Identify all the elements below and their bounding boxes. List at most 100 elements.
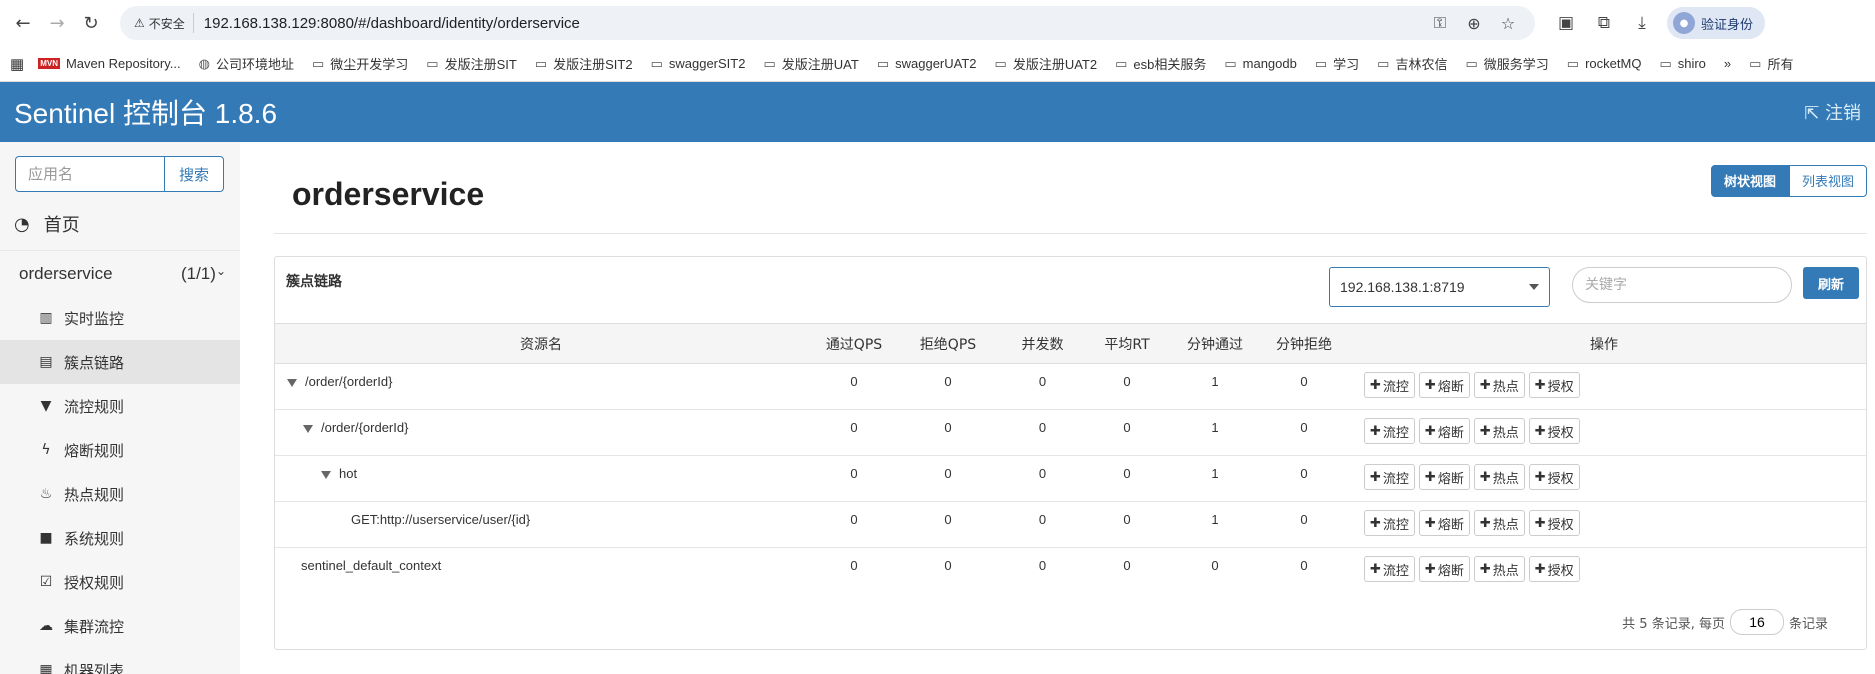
column-header[interactable]: 分钟通过 [1164, 324, 1266, 364]
folder-icon: ▭ [1465, 55, 1478, 71]
download-icon[interactable]: ⤓ [1623, 13, 1661, 33]
sidebar-item-machines[interactable]: ▦ 机器列表 [0, 648, 240, 674]
column-header[interactable]: 通过QPS [807, 324, 901, 364]
sidebar-item-hotspot-rules[interactable]: ♨ 热点规则 [0, 472, 240, 516]
op-button[interactable]: ✚ 授权 [1528, 372, 1580, 398]
page-header: orderservice 树状视图 列表视图 [274, 142, 1867, 234]
security-indicator[interactable]: ⚠ 不安全 [130, 13, 194, 33]
app-count: (1/1)⌄ [180, 263, 226, 283]
op-button[interactable]: ✚ 流控 [1364, 372, 1415, 398]
bookmark-folder[interactable]: ▭ swaggerSIT2 [651, 56, 746, 72]
logout-link[interactable]: ⇱ 注销 [1804, 99, 1861, 125]
metric-cell: 1 [1211, 466, 1219, 481]
plus-icon: ✚ [1479, 515, 1491, 531]
op-button[interactable]: ✚ 热点 [1473, 556, 1525, 582]
address-bar[interactable]: ⚠ 不安全 192.168.138.129:8080/#/dashboard/i… [120, 6, 1535, 40]
op-button[interactable]: ✚ 热点 [1473, 464, 1525, 490]
plus-icon: ✚ [1534, 561, 1546, 577]
op-button[interactable]: ✚ 热点 [1473, 372, 1525, 398]
bookmark-item[interactable]: MVN Maven Repository... [38, 56, 181, 71]
expand-toggle-icon[interactable] [303, 424, 313, 433]
metric-cell: 0 [1038, 374, 1047, 389]
expand-toggle-icon[interactable] [321, 470, 331, 479]
op-button[interactable]: ✚ 熔断 [1418, 510, 1470, 536]
bookmark-folder[interactable]: ▭ 吉林农信 [1377, 54, 1447, 73]
op-button[interactable]: ✚ 熔断 [1418, 556, 1470, 582]
sidebar-item-cluster-link[interactable]: ▤ 簇点链路 [0, 340, 240, 384]
column-header[interactable]: 并发数 [995, 324, 1090, 364]
sidebar-item-flow-rules[interactable]: ▼ 流控规则 [0, 384, 240, 428]
bookmark-folder[interactable]: ▭ 发版注册UAT [763, 54, 858, 73]
bookmark-folder[interactable]: ▭ rocketMQ [1567, 56, 1642, 72]
key-icon[interactable]: ⚿ [1423, 13, 1457, 33]
resource-panel: 簇点链路 192.168.138.1:8719 刷新 资源名 通过QPS [274, 256, 1867, 650]
bookmark-folder[interactable]: ▭ mangodb [1224, 56, 1297, 72]
op-button[interactable]: ✚ 授权 [1528, 464, 1580, 490]
metric-cell: 1 [1211, 374, 1219, 389]
bookmark-folder[interactable]: ▭ esb相关服务 [1115, 54, 1206, 73]
table-row: sentinel_default_context 0 0 0 0 0 0 ✚ 流控 ✚ 熔断 ✚ 热点 ✚… [275, 548, 1866, 594]
refresh-button[interactable]: 刷新 [1803, 267, 1859, 299]
op-button[interactable]: ✚ 授权 [1528, 510, 1580, 536]
url-text[interactable]: 192.168.138.129:8080/#/dashboard/identit… [204, 15, 1423, 32]
op-button[interactable]: ✚ 授权 [1528, 556, 1580, 582]
zoom-icon[interactable]: ⊕ [1457, 14, 1491, 33]
app-search-input[interactable] [15, 156, 165, 192]
folder-icon: ▭ [1749, 55, 1762, 71]
sidebar-item-system-rules[interactable]: ■ 系统规则 [0, 516, 240, 560]
op-button[interactable]: ✚ 流控 [1364, 464, 1415, 490]
bookmark-folder[interactable]: ▭ 发版注册SIT [426, 54, 517, 73]
operations-cell: ✚ 流控 ✚ 熔断 ✚ 热点 ✚ 授权 [1342, 364, 1866, 410]
star-icon[interactable]: ☆ [1491, 14, 1525, 33]
bookmark-folder[interactable]: ▭ 学习 [1315, 54, 1359, 73]
forward-icon[interactable]: → [42, 8, 72, 38]
metric-cell: 0 [1038, 466, 1047, 481]
all-bookmarks[interactable]: ▭ 所有 [1749, 54, 1793, 73]
keyword-input[interactable] [1572, 267, 1792, 303]
sidebar-item-authority-rules[interactable]: ☑ 授权规则 [0, 560, 240, 604]
op-button[interactable]: ✚ 热点 [1473, 510, 1525, 536]
list-view-button[interactable]: 列表视图 [1788, 164, 1867, 197]
bookmark-folder[interactable]: ▭ 微尘开发学习 [312, 54, 408, 73]
page-size-input[interactable] [1729, 609, 1784, 635]
sidebar-item-degrade-rules[interactable]: ϟ 熔断规则 [0, 428, 240, 472]
incognito-icon[interactable]: ▣ [1547, 13, 1585, 33]
profile-button[interactable]: ● 验证身份 [1667, 7, 1766, 39]
bookmark-item[interactable]: ◍ 公司环境地址 [199, 54, 294, 73]
machine-select[interactable]: 192.168.138.1:8719 [1329, 267, 1550, 307]
op-button[interactable]: ✚ 熔断 [1418, 372, 1470, 398]
table-row: hot 0 0 0 0 1 0 ✚ 流控 ✚ 熔断 ✚ 热点 ✚ 授权 [275, 456, 1866, 502]
reload-icon[interactable]: ↻ [76, 8, 106, 38]
column-header[interactable]: 平均RT [1090, 324, 1164, 364]
bookmarks-overflow-button[interactable]: » [1724, 56, 1731, 71]
tree-view-button[interactable]: 树状视图 [1710, 164, 1789, 197]
sidebar-item-cluster-flow[interactable]: ☁ 集群流控 [0, 604, 240, 648]
column-header[interactable]: 资源名 [275, 324, 807, 364]
bookmarks-bar: ▦ MVN Maven Repository... ◍ 公司环境地址 ▭ 微尘开发学习… [0, 46, 1875, 82]
column-header[interactable]: 拒绝QPS [901, 324, 995, 364]
app-menu-header[interactable]: orderservice (1/1)⌄ [0, 250, 240, 296]
back-icon[interactable]: ← [8, 8, 38, 38]
folder-icon: ▭ [1224, 55, 1237, 71]
dashboard-icon: ◔ [14, 213, 30, 235]
apps-icon[interactable]: ▦ [10, 55, 24, 73]
bookmark-folder[interactable]: ▭ 发版注册SIT2 [535, 54, 633, 73]
extensions-icon[interactable]: ⧉ [1585, 13, 1623, 33]
op-button[interactable]: ✚ 熔断 [1418, 418, 1470, 444]
expand-toggle-icon[interactable] [287, 378, 297, 387]
op-button[interactable]: ✚ 授权 [1528, 418, 1580, 444]
bookmark-folder[interactable]: ▭ 发版注册UAT2 [995, 54, 1098, 73]
bookmark-folder[interactable]: ▭ swaggerUAT2 [877, 56, 977, 72]
bookmark-folder[interactable]: ▭ 微服务学习 [1465, 54, 1548, 73]
op-button[interactable]: ✚ 热点 [1473, 418, 1525, 444]
search-button[interactable]: 搜索 [165, 156, 224, 192]
home-link[interactable]: ◔ 首页 [0, 202, 240, 246]
column-header[interactable]: 分钟拒绝 [1266, 324, 1342, 364]
plus-icon: ✚ [1479, 469, 1491, 485]
sidebar-item-monitor[interactable]: ▥ 实时监控 [0, 296, 240, 340]
op-button[interactable]: ✚ 流控 [1364, 556, 1415, 582]
op-button[interactable]: ✚ 流控 [1364, 510, 1415, 536]
op-button[interactable]: ✚ 熔断 [1418, 464, 1470, 490]
bookmark-folder[interactable]: ▭ shiro [1659, 56, 1705, 72]
op-button[interactable]: ✚ 流控 [1364, 418, 1415, 444]
